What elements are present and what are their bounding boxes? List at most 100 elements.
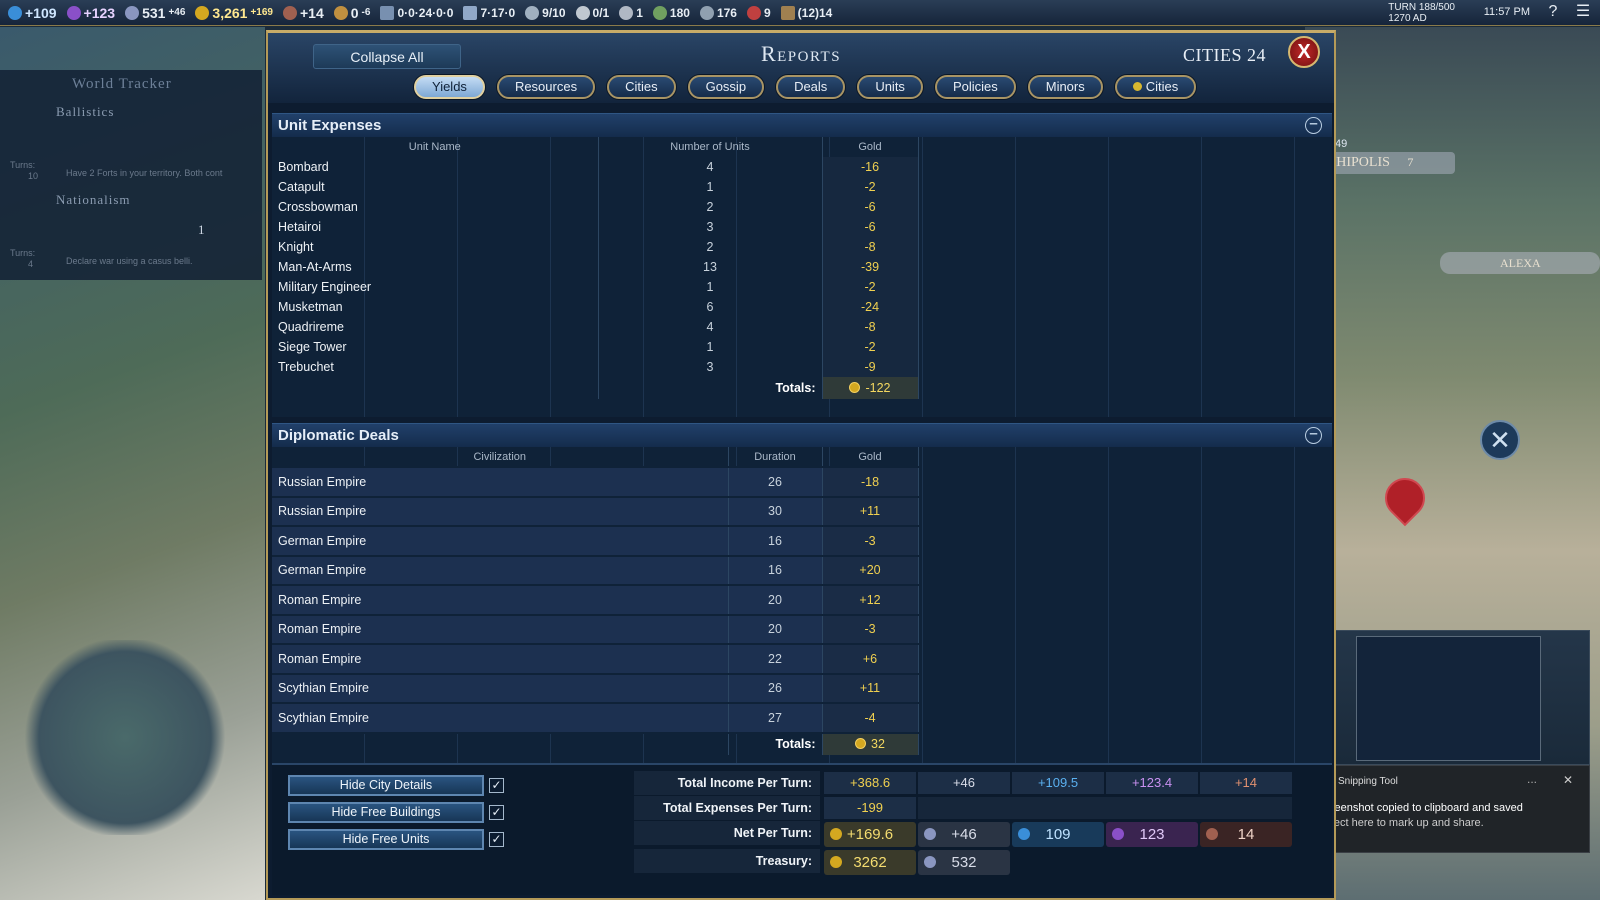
unit-expenses-header[interactable]: Unit Expenses – — [272, 113, 1332, 137]
tab-resources[interactable]: Resources — [496, 75, 596, 99]
tab-minors[interactable]: Minors — [1027, 75, 1103, 99]
trade-stat[interactable]: 0·0·24·0·0 — [380, 5, 453, 20]
faith-icon — [66, 5, 81, 20]
table-row[interactable]: Knight 2 -8 — [272, 237, 919, 257]
happiness-icon — [333, 5, 348, 20]
unit-name: Siege Tower — [272, 337, 599, 357]
table-row[interactable]: Trebuchet 3 -9 — [272, 357, 919, 377]
tracker-turns: 4 — [28, 259, 34, 269]
table-row[interactable]: German Empire 16 +20 — [272, 554, 919, 586]
unit-gold: -2 — [822, 277, 919, 297]
income-label: Total Income Per Turn: — [677, 776, 812, 790]
table-row[interactable]: Russian Empire 30 +11 — [272, 495, 919, 527]
col-gold: Gold — [822, 137, 919, 157]
tracker-turns-label: Turns: — [10, 160, 36, 170]
deal-gold: +11 — [822, 672, 919, 704]
gold-coin-icon — [849, 382, 861, 393]
unit-name: Musketman — [272, 297, 599, 317]
collapse-minus-icon[interactable]: – — [1305, 116, 1322, 134]
table-row[interactable]: Russian Empire 26 -18 — [272, 466, 919, 498]
close-icon[interactable]: ✕ — [1480, 420, 1520, 460]
unit-gold: -9 — [822, 357, 919, 377]
hide-free-buildings-checkbox[interactable]: ✓ — [489, 805, 504, 820]
snip-notification[interactable]: Snipping Tool ... ✕ Screenshot copied to… — [1305, 765, 1590, 853]
tab-gossip[interactable]: Gossip — [687, 75, 765, 99]
resource-stat-2[interactable]: 176 — [699, 5, 737, 20]
city-badge: 49 — [1335, 138, 1348, 150]
snip-thumbnail[interactable] — [1305, 630, 1590, 765]
faith-icon — [1112, 828, 1124, 840]
table-row[interactable]: Crossbowman 2 -6 — [272, 197, 919, 217]
era-stat[interactable]: 0/1 — [575, 5, 609, 20]
great-people-stat[interactable]: 9/10 — [525, 5, 566, 20]
reports-panel: Collapse All Reports CITIES 24 X Yields … — [266, 30, 1336, 900]
table-row[interactable]: Roman Empire 20 +12 — [272, 584, 919, 616]
tracker-title: World Tracker — [72, 76, 172, 92]
hide-city-details-button[interactable]: Hide City Details — [288, 775, 484, 796]
unit-count: 2 — [598, 237, 823, 257]
unit-count: 3 — [598, 217, 823, 237]
deal-duration: 26 — [728, 466, 823, 498]
resource-stat-4[interactable]: (12)14 — [780, 5, 832, 20]
city-banner[interactable]: ALEXA — [1440, 252, 1600, 274]
hide-free-buildings-button[interactable]: Hide Free Buildings — [288, 802, 484, 823]
tab-city-states[interactable]: Cities — [1114, 75, 1197, 99]
table-row[interactable]: Bombard 4 -16 — [272, 157, 919, 177]
culture-stat[interactable]: 531 +46 — [125, 5, 185, 21]
happiness-stat[interactable]: 0 -6 — [333, 5, 370, 21]
deal-gold: -3 — [822, 613, 919, 645]
science-stat[interactable]: +109 — [8, 5, 57, 21]
tracker-item-nationalism[interactable]: Nationalism — [56, 192, 131, 208]
tourism-stat[interactable]: +14 — [283, 5, 324, 21]
table-row[interactable]: Roman Empire 20 -3 — [272, 613, 919, 645]
table-row[interactable]: German Empire 16 -3 — [272, 525, 919, 557]
gold-stat[interactable]: 3,261 +169 — [195, 5, 273, 21]
hide-free-units-checkbox[interactable]: ✓ — [489, 832, 504, 847]
help-button[interactable]: ? — [1544, 3, 1562, 21]
table-row[interactable]: Roman Empire 22 +6 — [272, 643, 919, 675]
hide-city-details-checkbox[interactable]: ✓ — [489, 778, 504, 793]
net-faith: 123 — [1106, 822, 1198, 847]
tab-policies[interactable]: Policies — [934, 75, 1016, 99]
collapse-minus-icon[interactable]: – — [1305, 426, 1322, 444]
deal-civilization: Scythian Empire — [272, 702, 729, 734]
deal-civilization: Roman Empire — [272, 643, 729, 675]
table-row[interactable]: Hetairoi 3 -6 — [272, 217, 919, 237]
table-row[interactable]: Catapult 1 -2 — [272, 177, 919, 197]
spy-icon — [619, 5, 634, 20]
unit-gold: -2 — [822, 337, 919, 357]
unit-count: 4 — [598, 157, 823, 177]
table-row[interactable]: Musketman 6 -24 — [272, 297, 919, 317]
close-button[interactable]: X — [1288, 36, 1320, 68]
faith-stat[interactable]: +123 — [66, 5, 115, 21]
table-row[interactable]: Man-At-Arms 13 -39 — [272, 257, 919, 277]
deal-gold: +11 — [822, 495, 919, 527]
deal-gold: +12 — [822, 584, 919, 616]
routes-stat[interactable]: 7·17·0 — [463, 5, 515, 20]
diplomatic-deals-header[interactable]: Diplomatic Deals – — [272, 423, 1332, 447]
table-row[interactable]: Scythian Empire 26 +11 — [272, 672, 919, 704]
table-row[interactable]: Scythian Empire 27 -4 — [272, 702, 919, 734]
treasury-culture: 532 — [918, 850, 1010, 875]
resource-stat-1[interactable]: 180 — [652, 5, 690, 20]
tab-deals[interactable]: Deals — [776, 75, 846, 99]
table-row[interactable]: Military Engineer 1 -2 — [272, 277, 919, 297]
hide-free-units-button[interactable]: Hide Free Units — [288, 829, 484, 850]
net-science: 109 — [1012, 822, 1104, 847]
cycle-icon — [525, 5, 540, 20]
table-row[interactable]: Quadrireme 4 -8 — [272, 317, 919, 337]
resource-stat-3[interactable]: 9 — [746, 5, 771, 20]
toast-more-button[interactable]: ... — [1527, 772, 1537, 786]
menu-button[interactable]: ☰ — [1574, 3, 1592, 21]
tracker-item-ballistics[interactable]: Ballistics — [56, 104, 114, 120]
minimap[interactable] — [20, 640, 230, 835]
table-row[interactable]: Siege Tower 1 -2 — [272, 337, 919, 357]
tab-cities[interactable]: Cities — [607, 75, 676, 99]
deal-duration: 22 — [728, 643, 823, 675]
tab-yields[interactable]: Yields — [414, 75, 485, 99]
tab-units[interactable]: Units — [857, 75, 923, 99]
unit-gold: -6 — [822, 197, 919, 217]
spies-stat[interactable]: 1 — [619, 5, 643, 20]
report-content: Unit Expenses – Unit Name Number of Unit… — [272, 113, 1332, 765]
toast-close-button[interactable]: ✕ — [1563, 773, 1573, 787]
